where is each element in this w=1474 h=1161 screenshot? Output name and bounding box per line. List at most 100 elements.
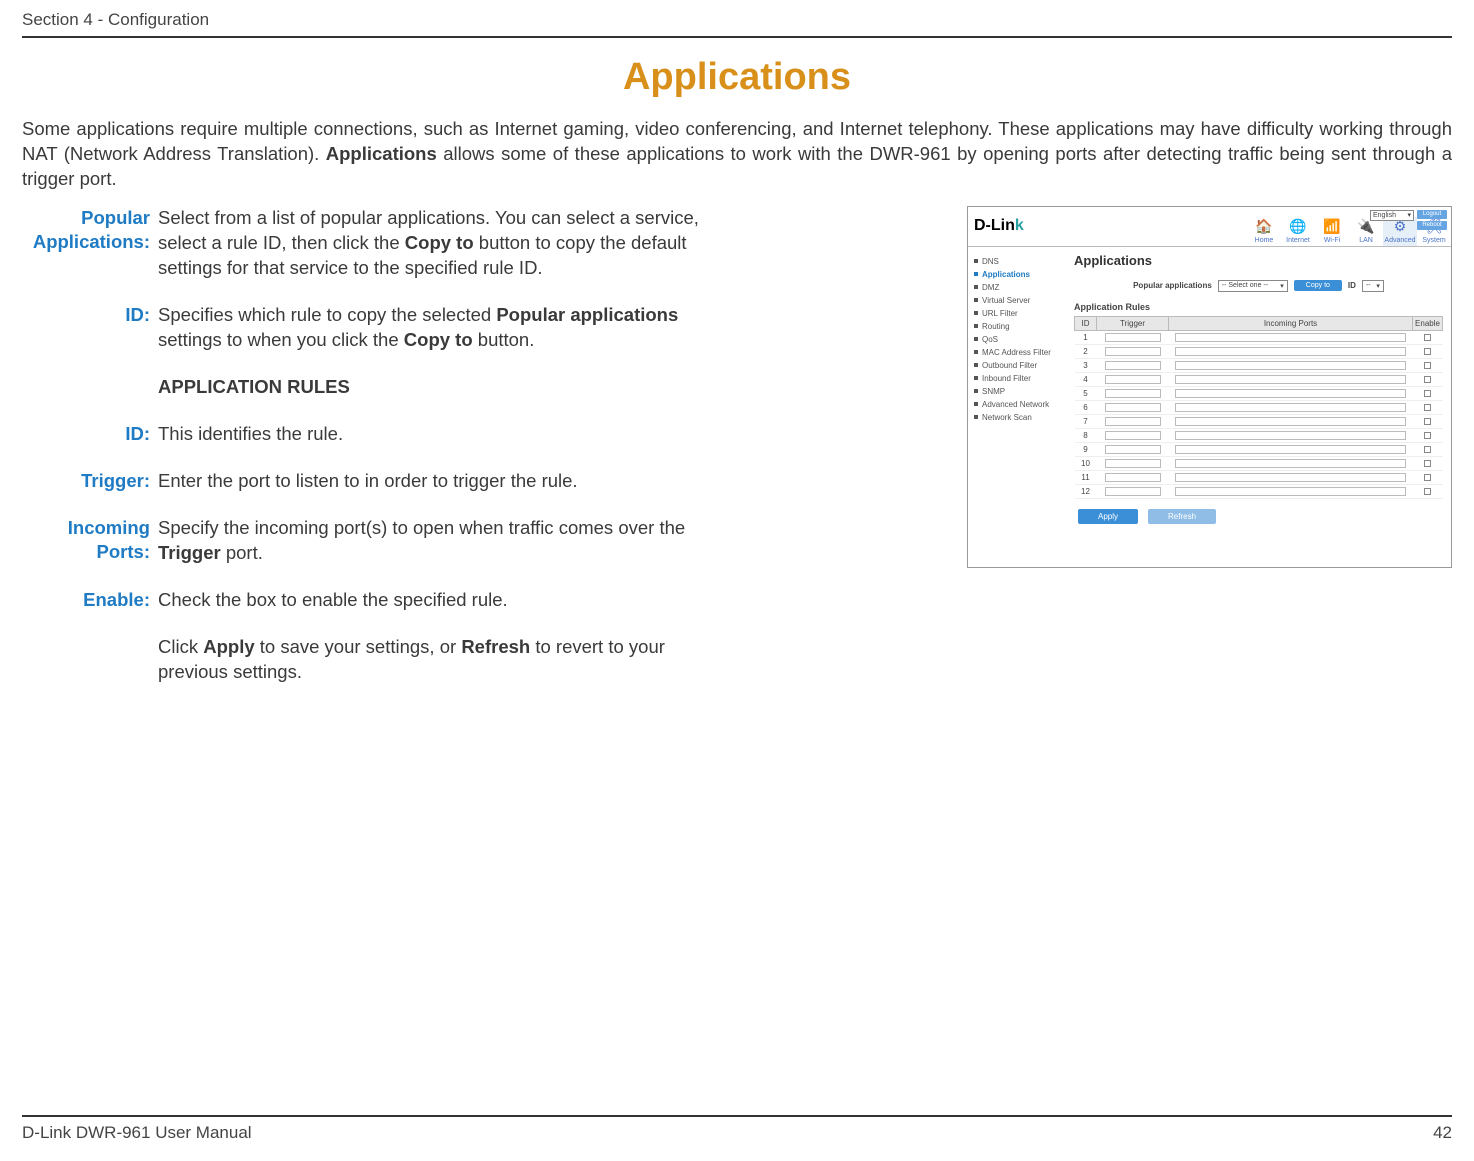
nav-tab-wi-fi[interactable]: 📶Wi-Fi (1315, 217, 1349, 246)
enable-checkbox[interactable] (1424, 446, 1431, 453)
def-final-b: to save your settings, or (255, 636, 462, 657)
incoming-ports-input[interactable] (1175, 389, 1407, 398)
def-text-incoming: Specify the incoming port(s) to open whe… (158, 516, 738, 566)
enable-checkbox[interactable] (1424, 348, 1431, 355)
enable-checkbox[interactable] (1424, 334, 1431, 341)
enable-checkbox[interactable] (1424, 488, 1431, 495)
enable-checkbox[interactable] (1424, 390, 1431, 397)
id-select[interactable]: -- ▾ (1362, 280, 1384, 292)
apply-button[interactable]: Apply (1078, 509, 1138, 524)
def-popular-bold: Copy to (405, 232, 474, 253)
intro-bold-1: Applications (326, 143, 437, 164)
sidebar-item-advanced-network[interactable]: Advanced Network (974, 400, 1066, 409)
enable-checkbox[interactable] (1424, 418, 1431, 425)
def-text-enable: Check the box to enable the specified ru… (158, 588, 508, 613)
incoming-ports-input[interactable] (1175, 487, 1407, 496)
nav-tab-label: LAN (1349, 237, 1383, 244)
trigger-input[interactable] (1105, 347, 1161, 356)
trigger-input[interactable] (1105, 431, 1161, 440)
trigger-input[interactable] (1105, 445, 1161, 454)
reboot-button[interactable]: Reboot (1417, 221, 1447, 230)
def-final-b2: Refresh (461, 636, 530, 657)
router-ui-screenshot: D-Link 🏠Home🌐Internet📶Wi-Fi🔌LAN⚙Advanced… (967, 206, 1452, 568)
sidebar-item-mac-address-filter[interactable]: MAC Address Filter (974, 348, 1066, 357)
sidebar-item-applications[interactable]: Applications (974, 270, 1066, 279)
sidebar-item-dmz[interactable]: DMZ (974, 283, 1066, 292)
enable-checkbox[interactable] (1424, 460, 1431, 467)
sidebar-item-outbound-filter[interactable]: Outbound Filter (974, 361, 1066, 370)
cell-id: 10 (1075, 456, 1097, 470)
popular-apps-select[interactable]: -- Select one -- ▾ (1218, 280, 1288, 292)
incoming-ports-input[interactable] (1175, 347, 1407, 356)
trigger-input[interactable] (1105, 403, 1161, 412)
trigger-input[interactable] (1105, 459, 1161, 468)
trigger-input[interactable] (1105, 333, 1161, 342)
cell-id: 2 (1075, 344, 1097, 358)
incoming-ports-input[interactable] (1175, 459, 1407, 468)
page-footer: D-Link DWR-961 User Manual 42 (22, 1115, 1452, 1143)
sidebar-item-routing[interactable]: Routing (974, 322, 1066, 331)
incoming-ports-input[interactable] (1175, 417, 1407, 426)
trigger-input[interactable] (1105, 375, 1161, 384)
def-text-final: Click Apply to save your settings, or Re… (158, 635, 738, 685)
enable-checkbox[interactable] (1424, 362, 1431, 369)
incoming-ports-input[interactable] (1175, 473, 1407, 482)
incoming-ports-input[interactable] (1175, 333, 1407, 342)
side-menu: DNS Applications DMZ Virtual Server URL Filt… (968, 247, 1066, 567)
language-select[interactable]: English ▾ (1370, 210, 1414, 221)
enable-checkbox[interactable] (1424, 474, 1431, 481)
def-text-id2: This identifies the rule. (158, 422, 343, 447)
logo-suffix: k (1015, 217, 1024, 234)
sidebar-item-url-filter[interactable]: URL Filter (974, 309, 1066, 318)
enable-checkbox[interactable] (1424, 432, 1431, 439)
def-label-id1: ID: (22, 303, 158, 353)
def-label-blank2 (22, 635, 158, 685)
cell-id: 9 (1075, 442, 1097, 456)
copy-to-button[interactable]: Copy to (1294, 280, 1342, 291)
nav-tab-internet[interactable]: 🌐Internet (1281, 217, 1315, 246)
incoming-ports-input[interactable] (1175, 403, 1407, 412)
th-incoming: Incoming Ports (1169, 316, 1413, 330)
table-row: 8 (1075, 428, 1443, 442)
cell-id: 11 (1075, 470, 1097, 484)
incoming-ports-input[interactable] (1175, 431, 1407, 440)
sidebar-item-snmp[interactable]: SNMP (974, 387, 1066, 396)
nav-tab-home[interactable]: 🏠Home (1247, 217, 1281, 246)
trigger-input[interactable] (1105, 487, 1161, 496)
rules-table: ID Trigger Incoming Ports Enable 1234567… (1074, 316, 1443, 499)
trigger-input[interactable] (1105, 473, 1161, 482)
nav-tab-label: Wi-Fi (1315, 237, 1349, 244)
def-incoming-a: Specify the incoming port(s) to open whe… (158, 517, 685, 538)
enable-checkbox[interactable] (1424, 404, 1431, 411)
def-final-a: Click (158, 636, 203, 657)
incoming-ports-input[interactable] (1175, 375, 1407, 384)
incoming-ports-input[interactable] (1175, 445, 1407, 454)
cell-id: 6 (1075, 400, 1097, 414)
chevron-down-icon: ▾ (1376, 282, 1380, 290)
sidebar-item-qos[interactable]: QoS (974, 335, 1066, 344)
sidebar-item-dns[interactable]: DNS (974, 257, 1066, 266)
sidebar-item-inbound-filter[interactable]: Inbound Filter (974, 374, 1066, 383)
logout-button[interactable]: Logout (1417, 210, 1447, 219)
incoming-ports-input[interactable] (1175, 361, 1407, 370)
sidebar-item-network-scan[interactable]: Network Scan (974, 413, 1066, 422)
section-header: Section 4 - Configuration (22, 10, 1452, 38)
refresh-button[interactable]: Refresh (1148, 509, 1216, 524)
trigger-input[interactable] (1105, 417, 1161, 426)
enable-checkbox[interactable] (1424, 376, 1431, 383)
sidebar-item-virtual-server[interactable]: Virtual Server (974, 296, 1066, 305)
nav-tab-label: System (1417, 237, 1451, 244)
panel-title: Applications (1074, 253, 1443, 268)
cell-id: 3 (1075, 358, 1097, 372)
def-label-blank1 (22, 375, 158, 400)
logo-main: D-Lin (974, 217, 1015, 234)
table-row: 5 (1075, 386, 1443, 400)
trigger-input[interactable] (1105, 361, 1161, 370)
wi-fi-icon: 📶 (1315, 217, 1349, 237)
def-text-id1: Specifies which rule to copy the selecte… (158, 303, 738, 353)
home-icon: 🏠 (1247, 217, 1281, 237)
def-final-b1: Apply (203, 636, 254, 657)
table-row: 1 (1075, 330, 1443, 344)
trigger-input[interactable] (1105, 389, 1161, 398)
lang-group: English ▾ Logout Reboot (1370, 210, 1447, 230)
